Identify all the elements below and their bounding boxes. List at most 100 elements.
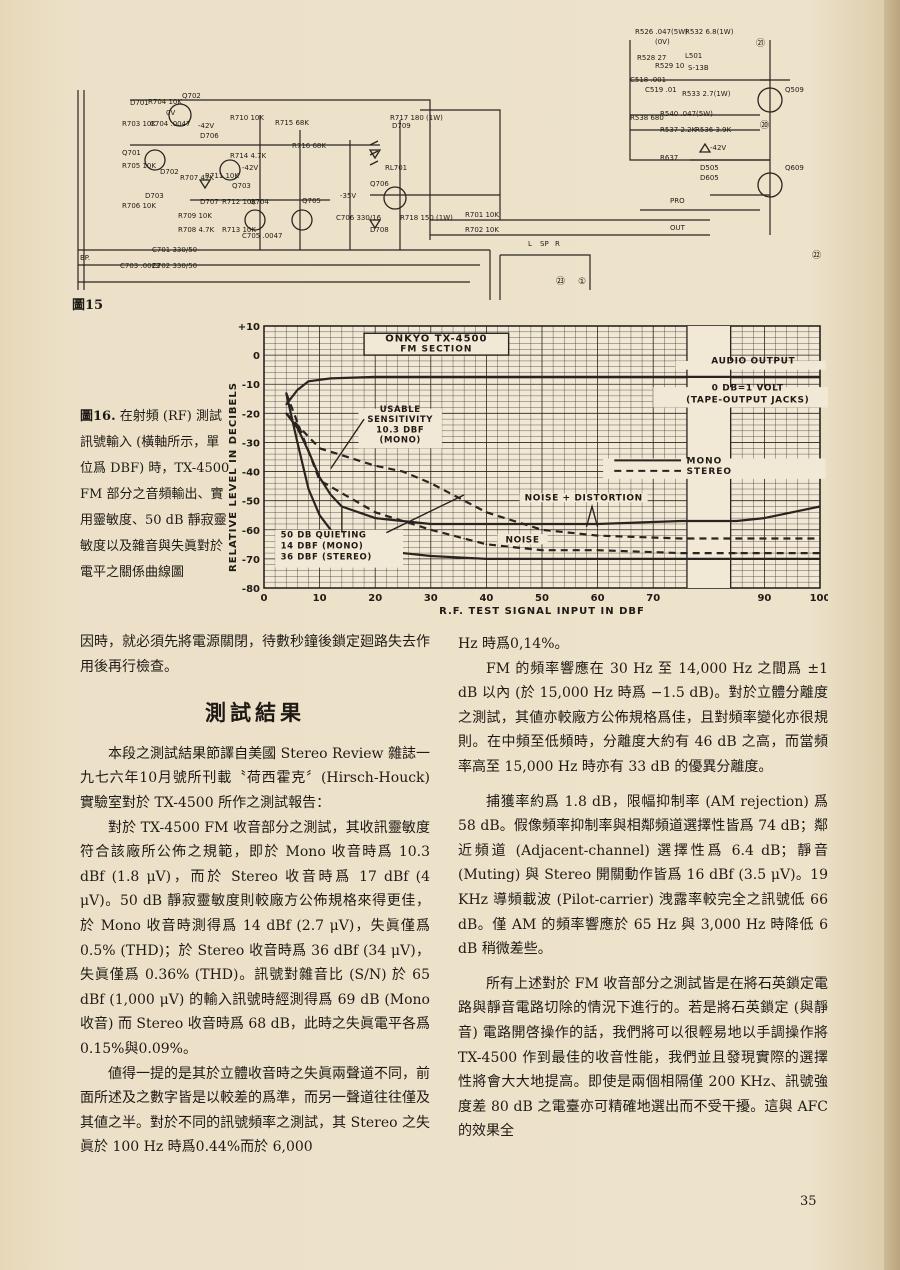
data-point [819, 537, 821, 540]
data-point [735, 376, 738, 378]
component-label: C519 .01 [645, 86, 677, 94]
terminal-marker: ㉓ [556, 276, 565, 287]
x-tick-label: 60 [591, 593, 605, 604]
paragraph: 對於 TX-4500 FM 收音部分之測試，其收訊靈敏度符合該廠所公佈之規範，即… [80, 819, 430, 1057]
data-point [485, 543, 488, 546]
data-point [541, 528, 543, 531]
x-tick-label: 30 [424, 593, 438, 604]
component-label: -35V [340, 192, 356, 200]
paragraph: 値得一提的是其於立體收音時之失眞兩聲道不同，前面所述及之數字皆是以較差的爲準，而… [80, 1065, 430, 1156]
legend-label-mono: MONO [687, 456, 723, 466]
continuation-line: Hz 時爲0,14%。 [458, 636, 569, 652]
component-label: -42V [242, 164, 258, 172]
data-point [430, 528, 432, 531]
component-label: R [555, 240, 560, 248]
data-point [819, 558, 821, 560]
component-label: OUT [670, 224, 686, 232]
component-label: D707 [200, 198, 219, 206]
component-label: R718 150 (1W) [400, 214, 453, 222]
y-tick-label: -50 [242, 497, 260, 508]
component-label: 0V [166, 109, 175, 117]
data-point [374, 376, 376, 378]
component-label: RL701 [385, 164, 407, 172]
left-column: 因時，就必須先將電源關閉，待數秒鐘後鎖定廻路失去作用後再行檢查。 測試結果 本段… [80, 630, 430, 1160]
component-label: R529 10 [655, 62, 684, 70]
page-number: 35 [800, 1194, 817, 1209]
data-point [430, 555, 432, 557]
component-label: R526 .047(5W) [635, 28, 688, 36]
data-point [735, 537, 738, 540]
x-tick-label: 10 [313, 593, 327, 604]
circuit-schematic: D701 R704 10K0VQ702R703 10KC704 .0047 -42V… [77, 28, 821, 300]
component-label: R537 2.2K [660, 126, 697, 134]
paragraph: 捕獲率約爲 1.8 dB，限幅抑制率 (AM rejection) 爲 58 d… [458, 793, 828, 958]
annotation-noise: NOISE [505, 536, 539, 546]
component-label: R706 10K [122, 202, 156, 210]
component-label: L [528, 240, 532, 248]
component-label: R714 4.7K [230, 152, 267, 160]
component-label: R710 10K [230, 114, 264, 122]
data-point [430, 482, 432, 484]
data-point [819, 552, 821, 554]
component-label: SP [540, 240, 549, 248]
x-tick-label: 100 [810, 593, 828, 604]
component-label: R708 4.7K [178, 226, 215, 234]
data-point [430, 523, 432, 525]
component-label: R704 10K [148, 98, 182, 106]
chart-title: ONKYO TX-4500 [385, 334, 487, 345]
component-label: Q509 [785, 86, 804, 94]
data-point [374, 464, 376, 467]
component-label: D505 [700, 164, 719, 172]
y-tick-label: +10 [238, 322, 260, 333]
component-label: R637 [660, 154, 678, 162]
binding-edge [884, 0, 900, 1270]
component-label: R536 3.9K [695, 126, 732, 134]
data-point [285, 392, 288, 394]
data-point [296, 427, 299, 429]
data-point [318, 447, 321, 450]
component-label: Q701 [122, 149, 141, 157]
component-label: (0V) [655, 38, 670, 46]
y-tick-label: -40 [242, 468, 260, 479]
data-point [318, 479, 321, 482]
component-label: Q702 [182, 92, 201, 100]
component-label: R702 10K [465, 226, 499, 234]
data-point [680, 537, 682, 540]
data-point [296, 389, 299, 391]
data-point [596, 558, 599, 560]
data-point [680, 376, 682, 378]
data-point [307, 488, 310, 490]
component-label: D701 [130, 99, 149, 107]
data-point [819, 376, 821, 378]
annotation-usable: USABLE [380, 405, 421, 415]
data-point [374, 517, 376, 519]
intro-paragraph: 因時，就必須先將電源關閉，待數秒鐘後鎖定廻路失去作用後再行檢查。 [80, 634, 430, 675]
component-label: S-13B [688, 64, 709, 72]
annotation-usable: 10.3 DBF [376, 425, 424, 435]
component-label: Q609 [785, 164, 804, 172]
section-heading: 測試結果 [205, 701, 305, 726]
annotation-usable: SENSITIVITY [367, 415, 433, 425]
data-point [763, 517, 766, 519]
data-point [541, 558, 543, 560]
x-tick-label: 70 [646, 593, 660, 604]
data-point [819, 505, 821, 508]
component-label: D706 [200, 132, 219, 140]
component-label: L501 [685, 52, 702, 60]
data-point [735, 552, 738, 554]
component-label: C702 330/50 [152, 262, 197, 270]
component-label: Q705 [302, 197, 321, 205]
data-point [680, 520, 682, 522]
component-label: BP. [80, 254, 90, 262]
data-point [541, 523, 543, 525]
figure-15-label: 圖15 [72, 298, 104, 313]
right-column: Hz 時爲0,14%。 FM 的頻率響應在 30 Hz 至 14,000 Hz … [458, 632, 828, 1144]
terminal-marker: ㉒ [812, 250, 821, 261]
data-point [680, 558, 682, 560]
component-label: C701 330/50 [152, 246, 197, 254]
component-label: C706 330/16 [336, 214, 382, 222]
fm-response-chart: 0 10 20 30 40 50 60 70 90 100 +10 0 -10 -20 -30 -40 -50 -… [228, 322, 828, 617]
component-label: D708 [370, 226, 389, 234]
terminal-marker: ㉑ [756, 38, 765, 49]
component-label: R528 27 [637, 54, 666, 62]
